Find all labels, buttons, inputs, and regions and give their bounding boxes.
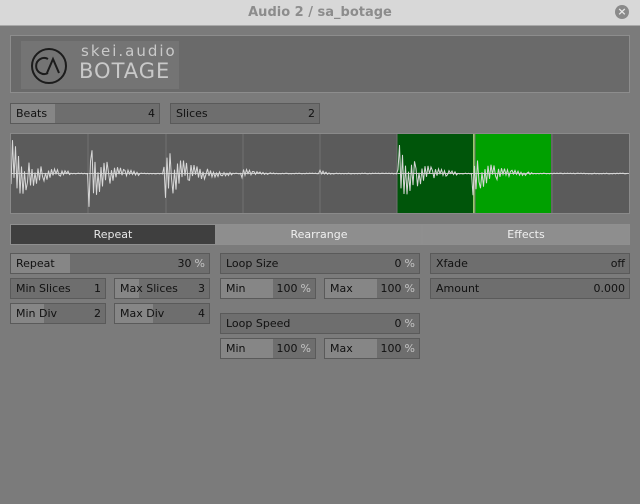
slices-label: Slices <box>176 107 208 120</box>
amount-value: 0.000 <box>593 282 626 295</box>
max-div-label: Max Div <box>120 307 165 320</box>
logo-mark-icon <box>31 48 67 84</box>
window-title: Audio 2 / sa_botage <box>248 5 392 20</box>
beats-slider[interactable]: Beats 4 <box>10 103 160 124</box>
tab-rearrange-label: Rearrange <box>290 228 348 241</box>
loop-speed-max-value: 100% <box>380 342 415 355</box>
loop-speed-min-value: 100% <box>276 342 311 355</box>
tab-repeat[interactable]: Repeat <box>10 224 216 245</box>
logo-product: BOTAGE <box>79 59 171 83</box>
min-slices-slider[interactable]: Min Slices 1 <box>10 278 106 299</box>
repeat-label: Repeat <box>16 257 55 270</box>
loop-size-max-slider[interactable]: Max 100% <box>324 278 420 299</box>
beats-value: 4 <box>148 107 155 120</box>
close-icon[interactable]: × <box>615 5 629 19</box>
slices-slider[interactable]: Slices 2 <box>170 103 320 124</box>
logo: skei.audio BOTAGE <box>21 41 179 89</box>
waveform-svg <box>11 134 629 213</box>
min-slices-label: Min Slices <box>16 282 71 295</box>
min-div-value: 2 <box>94 307 101 320</box>
xfade-selector[interactable]: Xfade off <box>430 253 630 274</box>
tab-repeat-label: Repeat <box>93 228 133 241</box>
waveform-display[interactable] <box>10 133 630 214</box>
loop-size-label: Loop Size <box>226 257 279 270</box>
logo-brand: skei.audio <box>81 42 177 60</box>
xfade-label: Xfade <box>436 257 468 270</box>
tab-rearrange[interactable]: Rearrange <box>216 224 422 245</box>
max-div-value: 4 <box>198 307 205 320</box>
slices-value: 2 <box>308 107 315 120</box>
loop-size-max-label: Max <box>330 282 353 295</box>
loop-speed-min-label: Min <box>226 342 246 355</box>
loop-size-min-label: Min <box>226 282 246 295</box>
loop-speed-label: Loop Speed <box>226 317 291 330</box>
max-div-slider[interactable]: Max Div 4 <box>114 303 210 324</box>
loop-speed-slider[interactable]: Loop Speed 0% <box>220 313 420 334</box>
tab-effects[interactable]: Effects <box>422 224 630 245</box>
max-slices-label: Max Slices <box>120 282 178 295</box>
amount-label: Amount <box>436 282 480 295</box>
min-div-slider[interactable]: Min Div 2 <box>10 303 106 324</box>
loop-size-min-value: 100% <box>276 282 311 295</box>
max-slices-value: 3 <box>198 282 205 295</box>
loop-speed-min-slider[interactable]: Min 100% <box>220 338 316 359</box>
xfade-value: off <box>610 257 625 270</box>
loop-speed-value: 0% <box>394 317 415 330</box>
repeat-value: 30% <box>177 257 205 270</box>
max-slices-slider[interactable]: Max Slices 3 <box>114 278 210 299</box>
beats-label: Beats <box>16 107 48 120</box>
loop-size-value: 0% <box>394 257 415 270</box>
repeat-slider[interactable]: Repeat 30% <box>10 253 210 274</box>
amount-slider[interactable]: Amount 0.000 <box>430 278 630 299</box>
loop-size-slider[interactable]: Loop Size 0% <box>220 253 420 274</box>
loop-speed-max-slider[interactable]: Max 100% <box>324 338 420 359</box>
loop-size-max-value: 100% <box>380 282 415 295</box>
tab-effects-label: Effects <box>507 228 545 241</box>
loop-speed-max-label: Max <box>330 342 353 355</box>
min-div-label: Min Div <box>16 307 58 320</box>
min-slices-value: 1 <box>94 282 101 295</box>
logo-panel: skei.audio BOTAGE <box>10 35 630 93</box>
loop-size-min-slider[interactable]: Min 100% <box>220 278 316 299</box>
window-titlebar: Audio 2 / sa_botage × <box>0 0 640 26</box>
